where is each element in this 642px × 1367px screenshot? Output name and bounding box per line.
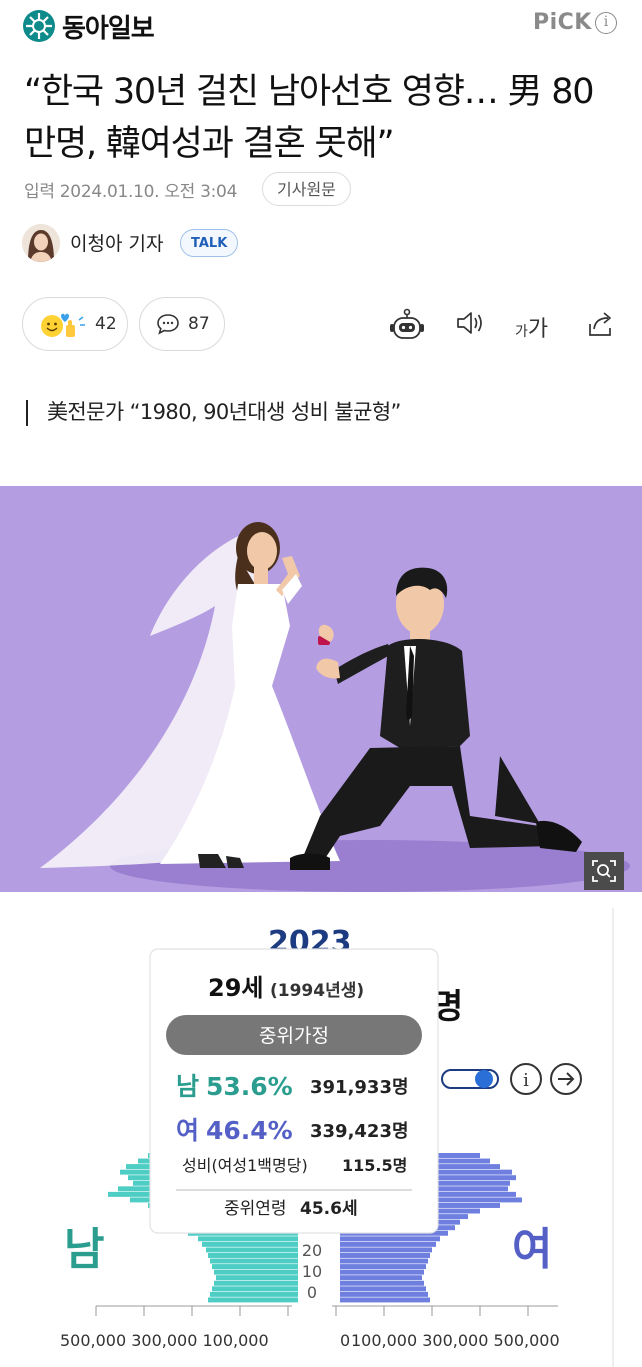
comment-icon [157, 314, 179, 335]
comment-count: 87 [188, 314, 210, 334]
x-ticks-right: 100,000 300,000 500,000 [351, 1331, 560, 1350]
tooltip-female-count: 339,423명 [310, 1121, 409, 1142]
tooltip-ratio-value: 115.5명 [342, 1156, 407, 1175]
wedding-proposal-illustration[interactable] [0, 486, 642, 892]
reaction-button[interactable]: 42 [22, 297, 128, 351]
female-bar [340, 1275, 422, 1281]
population-pyramid-chart[interactable]: 2023 명 i 남 여 20 10 0 500,000 300,000 100… [12, 908, 614, 1367]
pick-label[interactable]: PiCK [533, 10, 592, 35]
tooltip-male-label: 남 [176, 1072, 199, 1101]
tooltip-male-count: 391,933명 [310, 1077, 409, 1098]
female-bar [340, 1253, 430, 1258]
male-bar [214, 1269, 298, 1275]
male-bar [212, 1264, 298, 1270]
female-bar [340, 1269, 424, 1275]
donga-logo-icon[interactable] [22, 9, 56, 43]
y-tick-20: 20 [302, 1241, 322, 1260]
female-bar [340, 1236, 440, 1242]
male-bar [202, 1241, 298, 1247]
article-headline: “한국 30년 걸친 남아선호 영향… 男 80만명, 韓여성과 결혼 못해” [24, 72, 595, 164]
font-size-small-label: 가 [515, 324, 528, 340]
male-bar [214, 1280, 298, 1286]
y-tick-10: 10 [302, 1262, 322, 1281]
female-bar [340, 1297, 430, 1303]
published-date: 입력 2024.01.10. 오전 3:04 [24, 182, 238, 202]
age-tooltip: 29세 (1994년생) 중위가정 남 53.6% 391,933명 여 46.… [149, 948, 439, 1234]
male-side-label: 남 [64, 1224, 104, 1275]
female-bar [340, 1264, 426, 1270]
reporter-avatar[interactable] [22, 224, 60, 262]
info-icon[interactable]: i [595, 12, 617, 34]
top-bar: 동아일보 PiCK i [0, 0, 642, 52]
tooltip-female-label: 여 [176, 1116, 199, 1145]
image-zoom-icon[interactable] [584, 852, 624, 890]
female-side-label: 여 [512, 1224, 552, 1275]
tooltip-category: 중위가정 [259, 1025, 329, 1047]
reaction-count: 42 [95, 314, 117, 334]
male-bar [206, 1247, 298, 1253]
tooltip-age: 29세 [208, 974, 263, 1002]
svg-text:i: i [523, 1070, 529, 1091]
male-bar [210, 1258, 298, 1264]
subheadline-bar [26, 400, 28, 426]
tooltip-median-value: 45.6세 [300, 1199, 358, 1219]
female-bar [340, 1247, 432, 1253]
female-bar [340, 1258, 428, 1264]
male-bar [208, 1297, 298, 1303]
tooltip-ratio-label: 성비(여성1백명당) [182, 1156, 308, 1175]
ai-summary-robot-icon[interactable] [388, 308, 426, 344]
comment-button[interactable]: 87 [139, 297, 225, 351]
speaker-icon[interactable] [454, 308, 486, 338]
male-bar [198, 1236, 298, 1242]
tooltip-female-pct: 46.4% [206, 1116, 293, 1145]
male-bar [210, 1291, 298, 1297]
reaction-emoji-icon [41, 313, 85, 337]
male-bar [208, 1253, 298, 1258]
female-bar [340, 1286, 426, 1292]
female-bar [340, 1280, 424, 1286]
subheadline: 美전문가 “1980, 90년대생 성비 불균형” [47, 400, 401, 424]
tooltip-male-pct: 53.6% [206, 1072, 293, 1101]
font-size-button[interactable]: 가가 [515, 311, 548, 343]
x-tick-right-zero: 0 [340, 1331, 350, 1350]
y-tick-0: 0 [307, 1283, 317, 1302]
male-bar [212, 1286, 298, 1292]
female-bar [340, 1291, 428, 1297]
original-article-button[interactable]: 기사원문 [262, 172, 351, 206]
x-ticks-left: 500,000 300,000 100,000 [60, 1331, 269, 1350]
male-bar [216, 1275, 298, 1281]
female-bar [340, 1241, 436, 1247]
press-logo-text[interactable]: 동아일보 [62, 8, 155, 45]
talk-button[interactable]: TALK [180, 229, 239, 257]
tooltip-birth-year: (1994년생) [270, 981, 364, 1001]
reporter-name[interactable]: 이청아 기자 [70, 229, 163, 256]
font-size-big-label: 가 [527, 317, 549, 342]
tooltip-median-label: 중위연령 [224, 1199, 287, 1219]
share-icon[interactable] [584, 308, 616, 340]
